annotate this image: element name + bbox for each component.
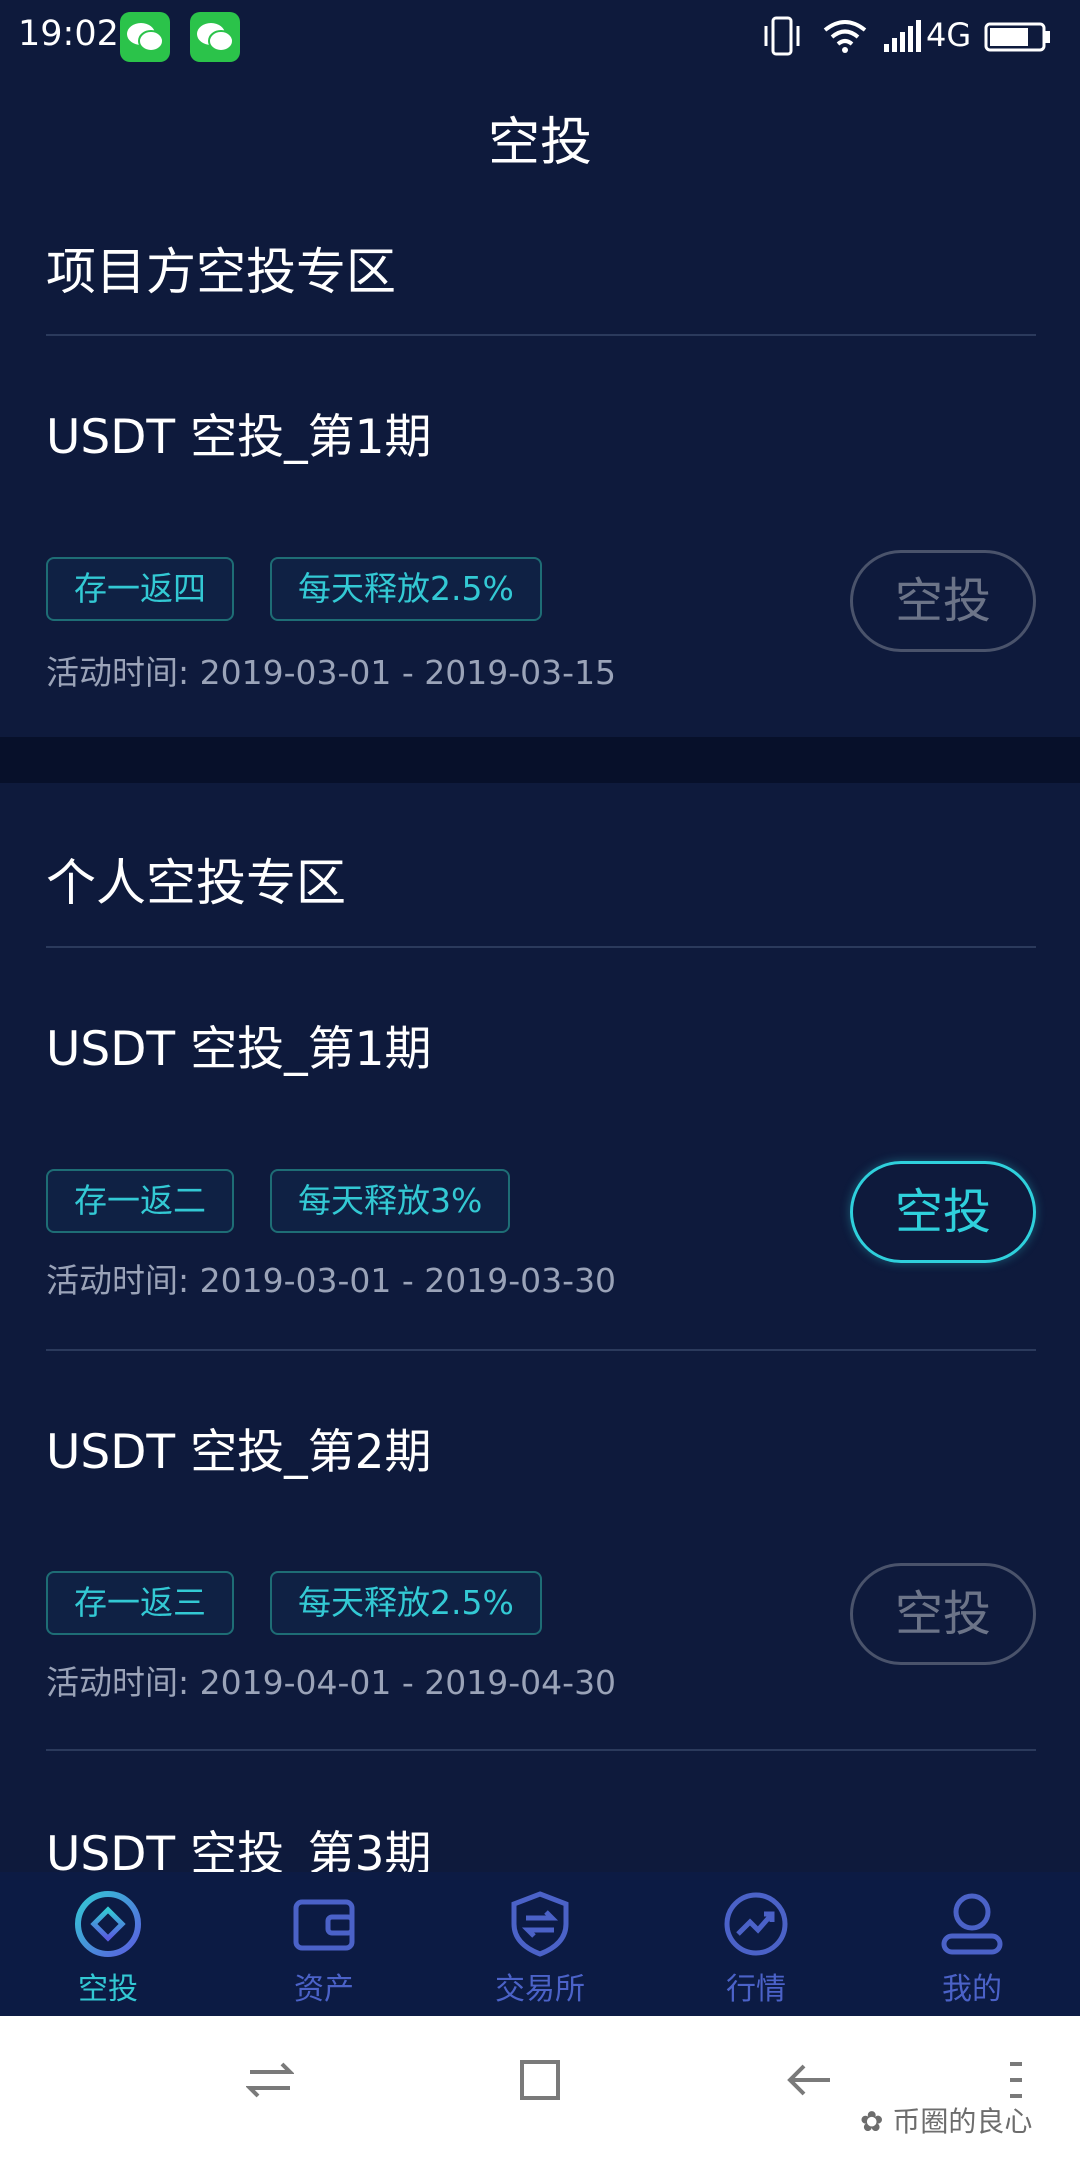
tag-return: 存一返二: [46, 1169, 234, 1233]
section-title-personal: 个人空投专区: [46, 854, 346, 912]
exchange-icon: [511, 1891, 569, 1957]
nav-item-airdrop[interactable]: 空投: [0, 1872, 216, 2016]
bottom-nav: 空投 资产 交易所 行情 我的: [0, 1872, 1080, 2016]
card-title: USDT 空投_第1期: [46, 410, 432, 465]
wechat-notification-icon: [190, 12, 240, 62]
section-title-project: 项目方空投专区: [46, 243, 396, 301]
divider: [46, 1749, 1036, 1751]
wallet-icon: [293, 1899, 355, 1951]
tag-return: 存一返三: [46, 1571, 234, 1635]
tag-return: 存一返四: [46, 557, 234, 621]
watermark: ✿ 币圈的良心: [860, 2100, 1032, 2140]
signal-icon: [884, 20, 921, 52]
page-title: 空投: [487, 113, 592, 173]
wifi-icon: [823, 20, 867, 53]
nav-item-profile[interactable]: 我的: [864, 1872, 1080, 2016]
home-icon[interactable]: [516, 2056, 564, 2104]
market-icon: [724, 1892, 788, 1956]
tag-release: 每天释放2.5%: [270, 557, 542, 621]
activity-time: 活动时间: 2019-03-01 - 2019-03-15: [46, 653, 617, 692]
wechat-notification-icon: [120, 12, 170, 62]
nav-label: 我的: [942, 1972, 1002, 2007]
system-nav-bar: ✿ 币圈的良心: [0, 2016, 1080, 2160]
airdrop-screen: 19:02 4G 空投 项目方空投专区 USDT 空投_第1期 存一返四 每天释…: [0, 0, 1080, 2160]
status-bar: 19:02 4G: [0, 0, 1080, 72]
nav-item-exchange[interactable]: 交易所: [432, 1872, 648, 2016]
nav-item-assets[interactable]: 资产: [216, 1872, 432, 2016]
card-title: USDT 空投_第2期: [46, 1425, 432, 1480]
airdrop-button[interactable]: 空投: [850, 1563, 1036, 1665]
nav-label: 交易所: [495, 1972, 585, 2007]
status-time: 19:02: [18, 14, 119, 54]
card-title: USDT 空投_第1期: [46, 1022, 432, 1077]
airdrop-button[interactable]: 空投: [850, 550, 1036, 652]
activity-time: 活动时间: 2019-04-01 - 2019-04-30: [46, 1663, 617, 1702]
nav-label: 空投: [78, 1972, 138, 2007]
wechat-logo-icon: ✿: [860, 2105, 893, 2138]
divider: [46, 1349, 1036, 1351]
tag-release: 每天释放2.5%: [270, 1571, 542, 1635]
watermark-text: 币圈的良心: [892, 2105, 1033, 2138]
activity-time: 活动时间: 2019-03-01 - 2019-03-30: [46, 1261, 617, 1300]
tag-release: 每天释放3%: [270, 1169, 511, 1233]
nav-label: 行情: [726, 1972, 786, 2007]
divider: [46, 334, 1036, 336]
vibrate-icon: [764, 16, 800, 56]
menu-icon[interactable]: [1006, 2056, 1026, 2104]
section-separator: [0, 737, 1080, 783]
network-type-label: 4G: [926, 16, 972, 54]
back-icon[interactable]: [786, 2056, 834, 2104]
nav-item-market[interactable]: 行情: [648, 1872, 864, 2016]
profile-icon: [941, 1893, 1003, 1955]
airdrop-icon: [75, 1891, 141, 1957]
battery-icon: [984, 22, 1050, 52]
airdrop-button[interactable]: 空投: [850, 1161, 1036, 1263]
switch-apps-icon[interactable]: [246, 2056, 294, 2104]
nav-label: 资产: [294, 1972, 354, 2007]
divider: [46, 946, 1036, 948]
